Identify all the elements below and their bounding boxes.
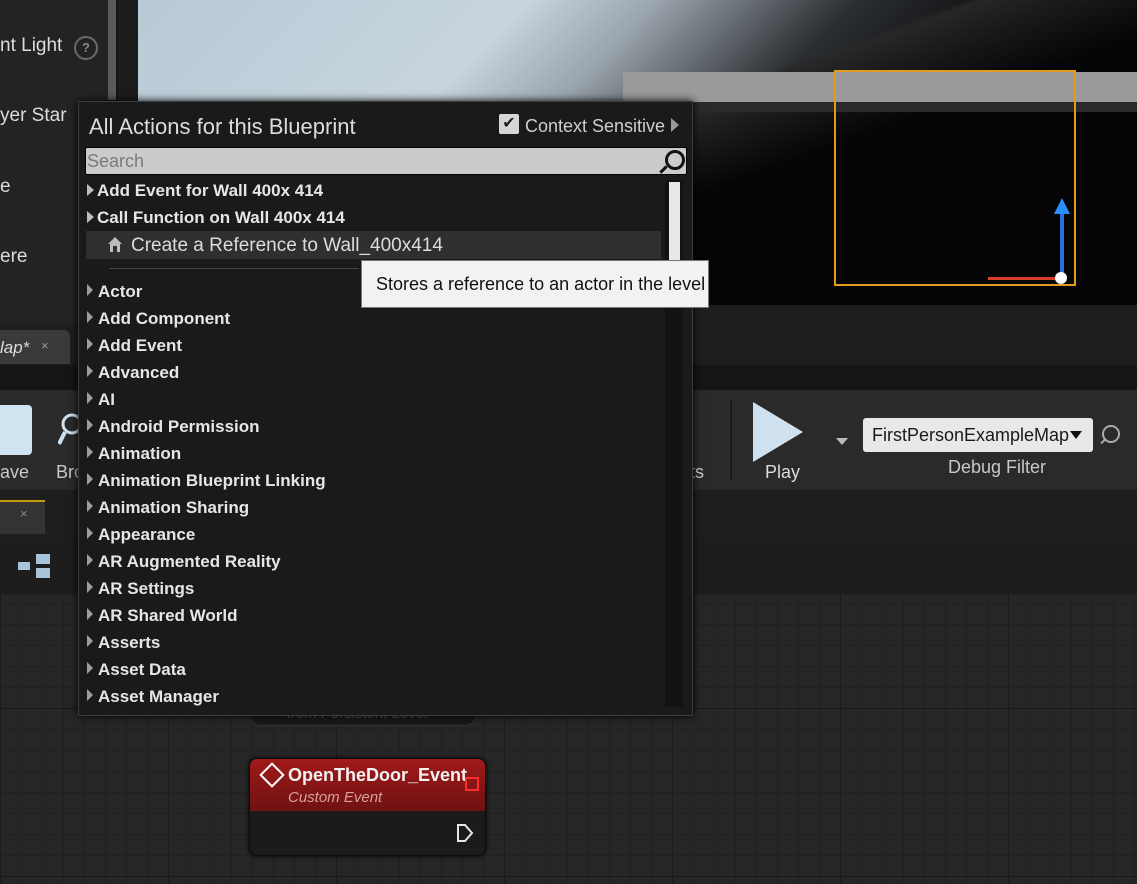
expand-arrow-icon <box>87 527 93 539</box>
debug-filter-select[interactable]: FirstPersonExampleMap <box>863 418 1093 452</box>
search-placeholder: Search <box>87 151 145 171</box>
menu-separator <box>109 268 359 269</box>
menu-title: All Actions for this Blueprint <box>89 114 356 139</box>
expand-arrow-icon <box>87 211 94 223</box>
category-label: AR Augmented Reality <box>98 552 281 571</box>
expand-arrow-icon <box>87 473 93 485</box>
menu-item-label: Call Function on Wall 400x 414 <box>97 208 345 227</box>
delegate-pin[interactable] <box>465 777 479 791</box>
dropdown-arrow-icon[interactable] <box>1070 431 1082 439</box>
menu-category[interactable]: Asset Manager <box>87 687 219 707</box>
menu-category[interactable]: Asserts <box>87 633 160 653</box>
category-label: AR Settings <box>98 579 195 598</box>
menu-category[interactable]: Animation <box>87 444 181 464</box>
category-label: Add Event <box>98 336 183 355</box>
expand-arrow-icon <box>87 365 93 377</box>
actor-house-icon <box>108 237 122 252</box>
expand-arrow-icon <box>87 284 93 296</box>
tooltip: Stores a reference to an actor in the le… <box>361 260 709 308</box>
menu-item-add-event-wall[interactable]: Add Event for Wall 400x 414 <box>87 181 323 201</box>
menu-category[interactable]: Android Permission <box>87 417 260 437</box>
graph-tab-close-icon[interactable]: × <box>20 506 28 521</box>
expand-arrow-icon <box>87 635 93 647</box>
category-label: Android Permission <box>98 417 260 436</box>
category-label: Asset Data <box>98 660 186 679</box>
expand-arrow-icon <box>87 500 93 512</box>
expand-arrow-icon <box>87 419 93 431</box>
expand-arrow-icon <box>87 311 93 323</box>
context-sensitive-checkbox[interactable]: ✔ <box>499 114 519 134</box>
category-label: Advanced <box>98 363 180 382</box>
expand-arrow-icon <box>87 338 93 350</box>
save-button-label[interactable]: ave <box>0 462 29 483</box>
debug-filter-label: Debug Filter <box>948 457 1047 477</box>
gizmo-x-axis[interactable] <box>988 277 1060 280</box>
menu-category[interactable]: AR Settings <box>87 579 194 599</box>
help-icon[interactable]: ? <box>74 36 98 60</box>
menu-category[interactable]: Animation Sharing <box>87 498 249 518</box>
hierarchy-icon[interactable] <box>16 552 52 580</box>
details-item-3[interactable]: e <box>0 176 11 198</box>
menu-category[interactable]: Add Event <box>87 336 182 356</box>
node-subtitle: Custom Event <box>288 789 383 806</box>
expand-arrow-icon <box>87 608 93 620</box>
action-menu: All Actions for this Blueprint ✔ Context… <box>78 101 693 716</box>
expand-arrow-icon <box>87 662 93 674</box>
category-label: Appearance <box>98 525 196 544</box>
expand-arrow-icon <box>87 184 94 196</box>
expand-arrow-icon <box>87 689 93 701</box>
expand-arrow-icon <box>87 446 93 458</box>
category-label: Add Component <box>98 309 231 328</box>
context-expand-arrow-icon[interactable] <box>671 118 679 132</box>
category-label: Actor <box>98 282 143 301</box>
tab-map-label: lap* <box>0 338 30 357</box>
custom-event-node[interactable]: OpenTheDoor_Event Custom Event <box>249 758 486 856</box>
toolbar-separator <box>730 400 732 480</box>
tooltip-text: Stores a reference to an actor in the le… <box>376 274 706 294</box>
menu-category[interactable]: Animation Blueprint Linking <box>87 471 326 491</box>
play-options-chevron-down-icon[interactable] <box>836 438 848 445</box>
tab-close-icon[interactable]: × <box>41 338 49 353</box>
details-scrollbar-thumb[interactable] <box>108 0 116 100</box>
gizmo-z-axis[interactable] <box>1060 205 1064 275</box>
category-label: Asset Manager <box>98 687 219 706</box>
play-icon[interactable] <box>753 402 803 462</box>
menu-category[interactable]: AR Augmented Reality <box>87 552 281 572</box>
expand-arrow-icon <box>87 554 93 566</box>
save-icon[interactable] <box>0 405 32 455</box>
expand-arrow-icon <box>87 581 93 593</box>
exec-pin-icon[interactable] <box>455 823 475 843</box>
gizmo-origin[interactable] <box>1055 272 1067 284</box>
menu-category[interactable]: AI <box>87 390 115 410</box>
menu-item-call-function-wall[interactable]: Call Function on Wall 400x 414 <box>87 208 345 228</box>
menu-category[interactable]: Add Component <box>87 309 230 329</box>
expand-arrow-icon <box>87 392 93 404</box>
details-item-light[interactable]: nt Light <box>0 35 62 57</box>
node-title: OpenTheDoor_Event <box>288 765 468 785</box>
category-label: AI <box>98 390 115 409</box>
category-label: Asserts <box>98 633 161 652</box>
menu-category[interactable]: Advanced <box>87 363 179 383</box>
search-input[interactable] <box>85 147 687 175</box>
category-label: AR Shared World <box>98 606 238 625</box>
selection-outline <box>834 70 1076 286</box>
menu-scrollbar-thumb[interactable] <box>669 182 680 260</box>
browse-icon[interactable] <box>58 410 80 450</box>
menu-category[interactable]: Actor <box>87 282 142 302</box>
menu-category[interactable]: AR Shared World <box>87 606 237 626</box>
context-sensitive-label[interactable]: Context Sensitive <box>525 116 665 137</box>
details-item-player-start[interactable]: yer Star <box>0 105 67 127</box>
menu-category[interactable]: Appearance <box>87 525 195 545</box>
menu-item-create-reference-label: Create a Reference to Wall_400x414 <box>131 235 443 256</box>
category-label: Animation Sharing <box>98 498 250 517</box>
gizmo-z-arrow-icon[interactable] <box>1054 198 1070 214</box>
menu-item-label: Add Event for Wall 400x 414 <box>97 181 324 200</box>
details-item-4[interactable]: ere <box>0 246 27 268</box>
menu-category[interactable]: Asset Data <box>87 660 186 680</box>
category-label: Animation <box>98 444 182 463</box>
play-button-label[interactable]: Play <box>765 462 800 483</box>
category-label: Animation Blueprint Linking <box>98 471 326 490</box>
